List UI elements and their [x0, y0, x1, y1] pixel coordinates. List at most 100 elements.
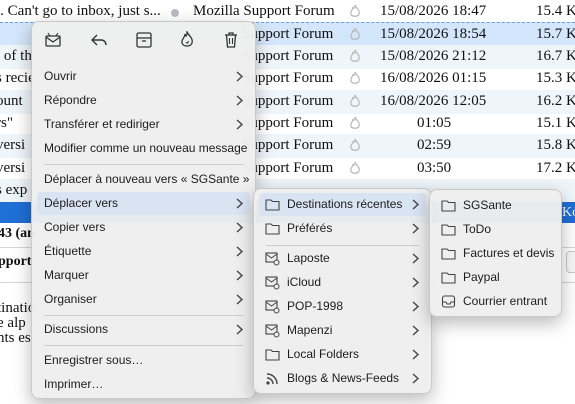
chevron-right-icon — [236, 95, 244, 106]
junk-status-icon[interactable] — [348, 4, 362, 19]
folder-label: Factures et devis — [463, 246, 555, 260]
menu-item-label: Enregistrer sous… — [44, 353, 144, 367]
chevron-right-icon — [236, 119, 244, 130]
message-size: Ko — [562, 205, 575, 220]
menu-separator — [44, 164, 243, 165]
menu-separator — [44, 345, 243, 346]
menu-item-label: Imprimer… — [44, 377, 104, 391]
folder-icon — [441, 224, 456, 236]
submenu-item-label: Mapenzi — [287, 323, 333, 337]
folder-item[interactable]: Courrier entrant — [435, 290, 556, 313]
folder-label: Paypal — [463, 270, 500, 284]
unread-dot-icon[interactable] — [171, 9, 179, 17]
menu-item-label: Transférer et rediriger — [44, 117, 160, 131]
menu-item-forward[interactable]: Transférer et rediriger — [37, 113, 250, 136]
chevron-right-icon — [236, 324, 244, 335]
menu-item-label: Répondre — [44, 93, 97, 107]
submenu-item-label: Destinations récentes — [287, 197, 403, 211]
submenu-item-account[interactable]: Laposte — [259, 247, 426, 270]
folder-item[interactable]: Paypal — [435, 266, 556, 289]
junk-status-icon[interactable] — [348, 161, 362, 176]
message-size: 15.4 Ko — [536, 3, 575, 19]
menu-item-label: Marquer — [44, 268, 89, 282]
junk-icon[interactable] — [178, 31, 196, 49]
rss-feed-icon — [266, 373, 278, 385]
mail-account-icon — [265, 324, 280, 338]
chevron-right-icon — [412, 253, 420, 264]
menu-item-move-again[interactable]: Déplacer à nouveau vers « SGSante » — [37, 168, 250, 191]
junk-status-icon[interactable] — [348, 94, 362, 109]
submenu-item-label: Laposte — [287, 251, 330, 265]
message-subject: l. Can't go to inbox, just s... — [0, 3, 161, 19]
submenu-item-label: Préférés — [287, 221, 333, 235]
folder-item[interactable]: Factures et devis — [435, 242, 556, 265]
folder-icon — [441, 272, 456, 284]
chevron-right-icon — [412, 199, 420, 210]
chevron-right-icon — [236, 246, 244, 257]
submenu-item-label: Blogs & News-Feeds — [287, 371, 400, 385]
menu-item-tag[interactable]: Étiquette — [37, 240, 250, 263]
folder-item[interactable]: SGSante — [435, 194, 556, 217]
menu-item-label: Discussions — [44, 322, 109, 336]
menu-item-print[interactable]: Imprimer… — [37, 373, 250, 396]
menu-separator — [266, 245, 419, 246]
submenu-item-account[interactable]: Mapenzi — [259, 319, 426, 342]
submenu-item-account[interactable]: POP-1998 — [259, 295, 426, 318]
message-header-fragment: pport — [0, 254, 32, 269]
header-button[interactable] — [566, 251, 575, 273]
mark-read-icon[interactable] — [44, 31, 62, 49]
menu-item-label: Déplacer à nouveau vers « SGSante » — [44, 172, 250, 186]
junk-status-icon[interactable] — [348, 71, 362, 86]
menu-item-copy-to[interactable]: Copier vers — [37, 216, 250, 239]
chevron-right-icon — [412, 301, 420, 312]
message-size: 15.8 Ko — [536, 137, 575, 153]
submenu-item-favorites[interactable]: Préférés — [259, 217, 426, 240]
menu-item-move-to[interactable]: Déplacer vers — [37, 192, 250, 215]
menu-item-save-as[interactable]: Enregistrer sous… — [37, 349, 250, 372]
submenu-item-feeds[interactable]: Blogs & News-Feeds — [259, 367, 426, 390]
junk-status-icon[interactable] — [348, 49, 362, 64]
submenu-item-local-folders[interactable]: Local Folders — [259, 343, 426, 366]
menu-item-mark[interactable]: Marquer — [37, 264, 250, 287]
message-time: 01:05 — [417, 115, 452, 131]
menu-item-label: Ouvrir — [44, 69, 77, 83]
message-time: 02:59 — [417, 137, 452, 153]
junk-status-icon[interactable] — [348, 138, 362, 153]
message-time: 03:50 — [417, 160, 452, 176]
inbox-icon — [441, 295, 456, 308]
junk-status-icon[interactable] — [348, 27, 362, 42]
menu-item-open[interactable]: Ouvrir — [37, 65, 250, 88]
chevron-right-icon — [412, 277, 420, 288]
archive-icon[interactable] — [135, 31, 153, 49]
submenu-item-label: iCloud — [287, 275, 322, 289]
move-to-submenu: Destinations récentes Préférés Laposte i… — [253, 188, 432, 394]
message-body-text: nts es — [0, 330, 31, 346]
menu-item-label: Étiquette — [44, 244, 92, 258]
message-subject: l of th — [0, 48, 32, 64]
reply-icon[interactable] — [90, 31, 108, 49]
menu-item-label: Déplacer vers — [44, 196, 119, 210]
message-size: 15.7 Ko — [536, 26, 575, 42]
folder-label: Courrier entrant — [463, 294, 548, 308]
menu-item-threads[interactable]: Discussions — [37, 318, 250, 341]
chevron-right-icon — [412, 223, 420, 234]
message-date: 15/08/2026 21:12 — [380, 48, 487, 64]
submenu-item-label: POP-1998 — [287, 299, 344, 313]
submenu-item-label: Local Folders — [287, 347, 360, 361]
folder-icon — [265, 199, 280, 211]
junk-status-icon[interactable] — [348, 116, 362, 131]
menu-separator — [44, 315, 243, 316]
submenu-item-account[interactable]: iCloud — [259, 271, 426, 294]
message-from: Mozilla Support Forum — [193, 3, 335, 19]
message-date: 15/08/2026 18:54 — [380, 26, 487, 42]
folder-item[interactable]: ToDo — [435, 218, 556, 241]
submenu-item-recent-destinations[interactable]: Destinations récentes — [259, 193, 426, 216]
message-subject: versi — [0, 137, 26, 153]
menu-item-reply[interactable]: Répondre — [37, 89, 250, 112]
trash-icon[interactable] — [222, 31, 240, 49]
menu-item-edit-as-new[interactable]: Modifier comme un nouveau message — [37, 137, 250, 160]
chevron-right-icon — [236, 71, 244, 82]
chevron-right-icon — [412, 373, 420, 384]
chevron-right-icon — [236, 222, 244, 233]
menu-item-organize[interactable]: Organiser — [37, 288, 250, 311]
